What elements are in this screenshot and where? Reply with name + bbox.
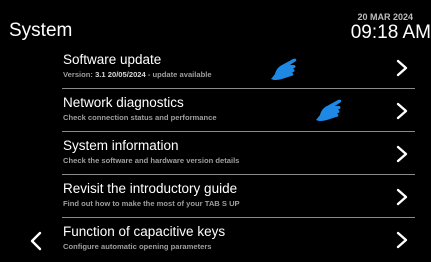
date-label: 20 MAR 2024	[357, 12, 413, 22]
menu-item-title: Function of capacitive keys	[63, 224, 226, 239]
version-prefix: Version:	[63, 70, 96, 79]
menu-item-introductory-guide[interactable]: Revisit the introductory guide Find out …	[56, 175, 415, 218]
update-status: - update available	[145, 70, 212, 79]
version-value: 3.1 20/05/2024	[95, 70, 146, 79]
menu-item-software-update[interactable]: Software update Version: 3.1 20/05/2024 …	[56, 46, 415, 89]
pointing-hand-icon	[271, 58, 297, 80]
time-label: 09:18 AM	[350, 22, 431, 43]
system-screen: System 20 MAR 2024 09:18 AM Software upd…	[0, 0, 431, 262]
menu-item-subtitle: Find out how to make the most of your TA…	[63, 199, 240, 208]
chevron-right-icon	[396, 59, 408, 77]
menu-item-subtitle: Version: 3.1 20/05/2024 - update availab…	[63, 70, 212, 80]
menu-item-subtitle: Check connection status and performance	[63, 113, 217, 122]
pointing-hand-icon	[316, 99, 342, 121]
chevron-right-icon	[396, 145, 408, 163]
menu-item-subtitle: Configure automatic opening parameters	[63, 242, 212, 251]
menu-item-network-diagnostics[interactable]: Network diagnostics Check connection sta…	[56, 89, 415, 132]
menu-item-capacitive-keys[interactable]: Function of capacitive keys Configure au…	[56, 218, 415, 261]
menu-item-title: Software update	[63, 52, 162, 67]
menu-item-title: Revisit the introductory guide	[63, 181, 238, 196]
menu-item-title: Network diagnostics	[63, 95, 184, 110]
header: System 20 MAR 2024 09:18 AM	[0, 0, 431, 50]
chevron-right-icon	[396, 102, 408, 120]
chevron-left-icon[interactable]	[28, 231, 44, 251]
menu-item-title: System information	[63, 138, 179, 153]
chevron-right-icon	[396, 188, 408, 206]
menu-item-subtitle: Check the software and hardware version …	[63, 156, 240, 165]
page-title: System	[9, 20, 73, 41]
menu-item-system-information[interactable]: System information Check the software an…	[56, 132, 415, 175]
chevron-right-icon	[396, 231, 408, 249]
